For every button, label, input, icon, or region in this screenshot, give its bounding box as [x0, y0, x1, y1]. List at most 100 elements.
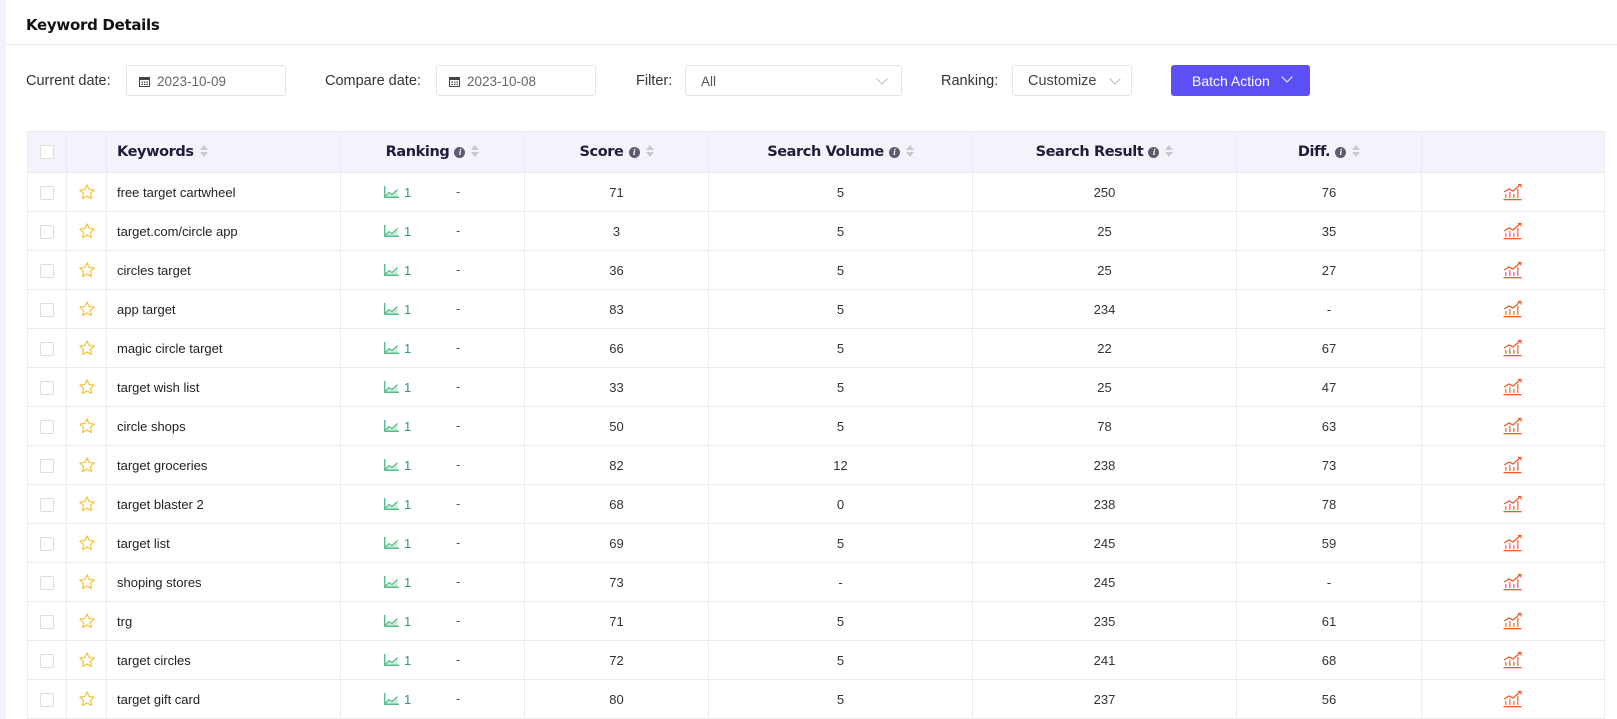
line-chart-icon[interactable] — [384, 186, 399, 198]
bar-line-chart-icon[interactable] — [1503, 183, 1523, 201]
line-chart-icon[interactable] — [384, 693, 399, 705]
ranking-cell: 1 - — [340, 640, 525, 680]
star-outline-icon[interactable] — [78, 339, 96, 357]
star-outline-icon[interactable] — [78, 690, 96, 708]
bar-line-chart-icon[interactable] — [1503, 456, 1523, 474]
line-chart-icon[interactable] — [384, 381, 399, 393]
star-outline-icon[interactable] — [78, 612, 96, 630]
row-checkbox[interactable] — [40, 458, 54, 473]
row-checkbox[interactable] — [40, 185, 54, 200]
column-header-score[interactable]: Score i — [524, 131, 709, 173]
row-checkbox[interactable] — [40, 341, 54, 356]
line-chart-icon[interactable] — [384, 615, 399, 627]
line-chart-icon[interactable] — [384, 264, 399, 276]
batch-action-button[interactable]: Batch Action — [1171, 65, 1310, 96]
star-outline-icon[interactable] — [78, 300, 96, 318]
line-chart-icon[interactable] — [384, 576, 399, 588]
info-icon[interactable]: i — [1335, 147, 1347, 158]
star-outline-icon[interactable] — [78, 417, 96, 435]
bar-line-chart-icon[interactable] — [1503, 261, 1523, 279]
column-header-keywords[interactable]: Keywords — [106, 131, 341, 173]
diff-value: 59 — [1321, 535, 1337, 551]
star-outline-icon[interactable] — [78, 573, 96, 591]
bar-line-chart-icon[interactable] — [1503, 612, 1523, 630]
info-icon[interactable]: i — [888, 147, 900, 158]
keyword-text: trg — [117, 613, 133, 629]
sort-icon[interactable] — [645, 145, 654, 157]
line-chart-icon[interactable] — [384, 225, 399, 237]
line-chart-icon[interactable] — [384, 654, 399, 666]
favorite-header — [66, 131, 107, 173]
row-checkbox[interactable] — [40, 302, 54, 317]
search-volume-cell: 5 — [708, 211, 973, 251]
bar-line-chart-icon[interactable] — [1503, 651, 1523, 669]
select-all-checkbox[interactable] — [40, 145, 54, 159]
line-chart-icon[interactable] — [384, 342, 399, 354]
column-header-ranking[interactable]: Ranking i — [340, 131, 525, 173]
ranking-value: 1 — [404, 419, 412, 434]
bar-line-chart-icon[interactable] — [1503, 534, 1523, 552]
row-checkbox[interactable] — [40, 536, 54, 551]
row-checkbox[interactable] — [40, 224, 54, 239]
bar-line-chart-icon[interactable] — [1503, 300, 1523, 318]
sort-icon[interactable] — [1352, 145, 1361, 157]
filter-select[interactable]: All — [685, 65, 902, 96]
bar-line-chart-icon[interactable] — [1503, 417, 1523, 435]
score-cell: 73 — [524, 562, 709, 602]
column-header-search-volume[interactable]: Search Volume i — [708, 131, 973, 173]
row-checkbox[interactable] — [40, 419, 54, 434]
search-result-cell: 235 — [972, 601, 1237, 641]
star-outline-icon[interactable] — [78, 378, 96, 396]
column-header-search-result[interactable]: Search Result i — [972, 131, 1237, 173]
line-chart-icon[interactable] — [384, 537, 399, 549]
bar-line-chart-icon[interactable] — [1503, 222, 1523, 240]
keywords-table: Keywords Ranking i Score i Search Volume i … — [27, 131, 1605, 719]
line-chart-icon[interactable] — [384, 303, 399, 315]
star-outline-icon[interactable] — [78, 183, 96, 201]
star-outline-icon[interactable] — [78, 261, 96, 279]
row-checkbox[interactable] — [40, 263, 54, 278]
sort-icon[interactable] — [199, 145, 208, 157]
keyword-text: free target cartwheel — [117, 184, 236, 200]
keyword-cell: app target — [106, 289, 341, 329]
line-chart-icon[interactable] — [384, 459, 399, 471]
star-outline-icon[interactable] — [78, 456, 96, 474]
bar-line-chart-icon[interactable] — [1503, 573, 1523, 591]
current-date-picker[interactable]: 2023-10-09 — [126, 65, 286, 96]
score-cell: 3 — [524, 211, 709, 251]
star-outline-icon[interactable] — [78, 651, 96, 669]
star-outline-icon[interactable] — [78, 495, 96, 513]
info-icon[interactable]: i — [454, 147, 466, 158]
column-header-diff[interactable]: Diff. i — [1236, 131, 1422, 173]
row-checkbox[interactable] — [40, 653, 54, 668]
row-checkbox[interactable] — [40, 497, 54, 512]
row-checkbox[interactable] — [40, 575, 54, 590]
info-icon[interactable]: i — [1148, 147, 1160, 158]
compare-date-picker[interactable]: 2023-10-08 — [436, 65, 596, 96]
table-row: target blaster 2 1 - 68 0 238 78 — [27, 484, 1605, 524]
bar-line-chart-icon[interactable] — [1503, 690, 1523, 708]
sort-icon[interactable] — [905, 145, 914, 157]
star-outline-icon[interactable] — [78, 222, 96, 240]
ranking-select[interactable]: Customize — [1012, 65, 1132, 96]
row-checkbox[interactable] — [40, 614, 54, 629]
row-checkbox[interactable] — [40, 692, 54, 707]
diff-value: 73 — [1321, 457, 1337, 473]
row-select-cell — [27, 211, 67, 251]
bar-line-chart-icon[interactable] — [1503, 378, 1523, 396]
score-value: 33 — [609, 379, 624, 395]
search-result-cell: 245 — [972, 562, 1237, 602]
row-checkbox[interactable] — [40, 380, 54, 395]
table-row: trg 1 - 71 5 235 61 — [27, 601, 1605, 641]
bar-line-chart-icon[interactable] — [1503, 339, 1523, 357]
star-outline-icon[interactable] — [78, 534, 96, 552]
sort-icon[interactable] — [1165, 145, 1174, 157]
line-chart-icon[interactable] — [384, 498, 399, 510]
bar-line-chart-icon[interactable] — [1503, 495, 1523, 513]
line-chart-icon[interactable] — [384, 420, 399, 432]
ranking-value: 1 — [404, 224, 412, 239]
info-icon[interactable]: i — [628, 147, 640, 158]
ranking-value: 1 — [404, 263, 412, 278]
sort-icon[interactable] — [471, 145, 480, 157]
keyword-cell: shoping stores — [106, 562, 341, 602]
